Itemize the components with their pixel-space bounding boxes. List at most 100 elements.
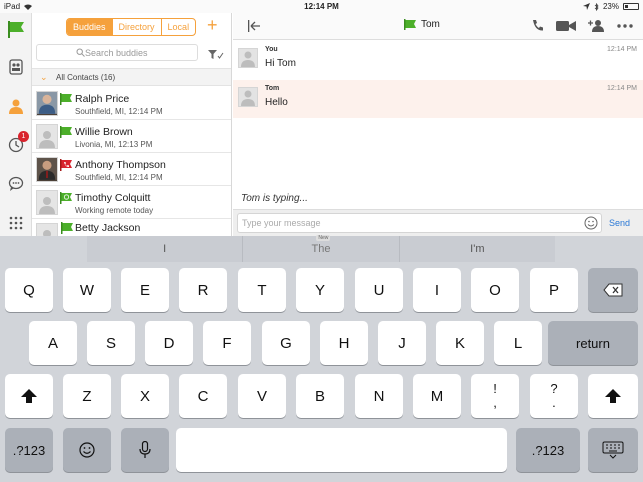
emoji-icon[interactable]: [584, 216, 598, 230]
key-k[interactable]: K: [436, 321, 484, 365]
rail-history[interactable]: 1: [5, 131, 29, 156]
key-y[interactable]: Y: [296, 268, 344, 312]
buddy-list-pane: Buddies Directory Local + Search buddies…: [32, 13, 232, 236]
key-v[interactable]: V: [238, 374, 286, 418]
default-avatar-icon: [241, 90, 255, 106]
presence-available-icon: [61, 222, 73, 234]
key-i[interactable]: I: [413, 268, 461, 312]
more-options-icon[interactable]: [617, 23, 633, 28]
message-input[interactable]: Type your message: [237, 213, 602, 233]
default-avatar-icon: [39, 131, 55, 148]
avatar: [238, 48, 258, 68]
space-bar[interactable]: [176, 428, 507, 472]
search-icon: [76, 48, 85, 57]
shift-icon: [605, 389, 621, 403]
microphone-icon: [139, 441, 151, 458]
prediction-1[interactable]: I: [87, 236, 244, 262]
status-right: 23%: [582, 2, 639, 11]
send-button[interactable]: Send: [609, 218, 630, 228]
add-buddy-button[interactable]: +: [207, 16, 218, 34]
battery-percent: 23%: [602, 2, 619, 11]
key-q[interactable]: Q: [5, 268, 53, 312]
backspace-key[interactable]: [588, 268, 638, 312]
key-x[interactable]: X: [121, 374, 169, 418]
filter-button[interactable]: [208, 47, 224, 65]
key-m[interactable]: M: [413, 374, 461, 418]
key-g[interactable]: G: [262, 321, 310, 365]
rail-chat[interactable]: [5, 173, 27, 195]
status-bar: iPad 12:14 PM 23%: [0, 0, 643, 13]
key-b[interactable]: B: [296, 374, 344, 418]
add-participant-icon[interactable]: [588, 19, 605, 32]
key-r[interactable]: R: [179, 268, 227, 312]
collapse-sidebar-icon[interactable]: [247, 20, 261, 32]
prediction-3[interactable]: I'm: [400, 236, 555, 262]
search-input[interactable]: Search buddies: [36, 44, 198, 61]
prediction-new-tag: New: [316, 235, 331, 241]
emoji-key[interactable]: [63, 428, 111, 472]
key-exclamation-comma[interactable]: ! ,: [471, 374, 519, 418]
key-f[interactable]: F: [203, 321, 251, 365]
phone-icon[interactable]: [531, 19, 544, 32]
tab-directory[interactable]: Directory: [113, 19, 162, 35]
prediction-bar: I New The I'm: [87, 235, 555, 262]
prediction-2[interactable]: New The: [243, 235, 400, 262]
backspace-icon: [603, 283, 623, 297]
default-avatar-icon: [43, 230, 51, 236]
key-z[interactable]: Z: [63, 374, 111, 418]
history-badge: 1: [18, 131, 29, 142]
key-u[interactable]: U: [355, 268, 403, 312]
key-s[interactable]: S: [87, 321, 135, 365]
key-question-period[interactable]: ? .: [530, 374, 578, 418]
key-l[interactable]: L: [494, 321, 542, 365]
tab-local[interactable]: Local: [162, 19, 196, 35]
rail-logo[interactable]: [5, 18, 27, 40]
contact-row[interactable]: Willie Brown Livonia, MI, 12:13 PM: [32, 120, 231, 153]
typing-indicator: Tom is typing...: [241, 193, 308, 204]
contact-row[interactable]: Timothy Colquitt Working remote today: [32, 186, 231, 219]
contact-status: Livonia, MI, 12:13 PM: [75, 140, 153, 149]
rail-contacts-book[interactable]: [5, 56, 27, 78]
hide-keyboard-key[interactable]: [588, 428, 638, 472]
contact-group-header[interactable]: ⌄ All Contacts (16): [32, 68, 231, 86]
key-e[interactable]: E: [121, 268, 169, 312]
avatar: [238, 87, 258, 107]
message-input-placeholder: Type your message: [242, 218, 321, 228]
avatar: [36, 190, 58, 215]
rail-buddies[interactable]: [5, 95, 27, 117]
shift-right-key[interactable]: [588, 374, 638, 418]
contact-row[interactable]: Betty Jackson: [32, 219, 231, 236]
key-p[interactable]: P: [530, 268, 578, 312]
numbers-key-right[interactable]: .?123: [516, 428, 580, 472]
key-t[interactable]: T: [238, 268, 286, 312]
compose-bar: Type your message Send: [233, 209, 643, 236]
shift-left-key[interactable]: [5, 374, 53, 418]
dialpad-icon: [9, 216, 23, 230]
key-n[interactable]: N: [355, 374, 403, 418]
rail-dialpad[interactable]: [5, 212, 27, 234]
emoji-icon: [79, 442, 95, 458]
avatar: [36, 124, 58, 149]
avatar: [36, 223, 58, 236]
numbers-key-left[interactable]: .?123: [5, 428, 53, 472]
contact-status: Southfield, MI, 12:14 PM: [75, 107, 163, 116]
key-d[interactable]: D: [145, 321, 193, 365]
return-key[interactable]: return: [548, 321, 638, 365]
video-camera-icon[interactable]: [556, 20, 576, 32]
prediction-2-label: The: [311, 243, 331, 255]
presence-available-icon: [60, 93, 72, 105]
dictation-key[interactable]: [121, 428, 169, 472]
key-j[interactable]: J: [378, 321, 426, 365]
buddy-source-tabs: Buddies Directory Local: [66, 18, 197, 36]
key-a[interactable]: A: [29, 321, 77, 365]
contact-name: Timothy Colquitt: [75, 192, 151, 204]
key-o[interactable]: O: [471, 268, 519, 312]
contact-name: Ralph Price: [75, 93, 130, 105]
contact-row[interactable]: Anthony Thompson Southfield, MI, 12:14 P…: [32, 153, 231, 186]
key-h[interactable]: H: [320, 321, 368, 365]
group-label: All Contacts (16): [56, 72, 116, 82]
contact-row[interactable]: Ralph Price Southfield, MI, 12:14 PM: [32, 87, 231, 120]
tab-buddies[interactable]: Buddies: [67, 19, 113, 35]
key-w[interactable]: W: [63, 268, 111, 312]
key-c[interactable]: C: [179, 374, 227, 418]
